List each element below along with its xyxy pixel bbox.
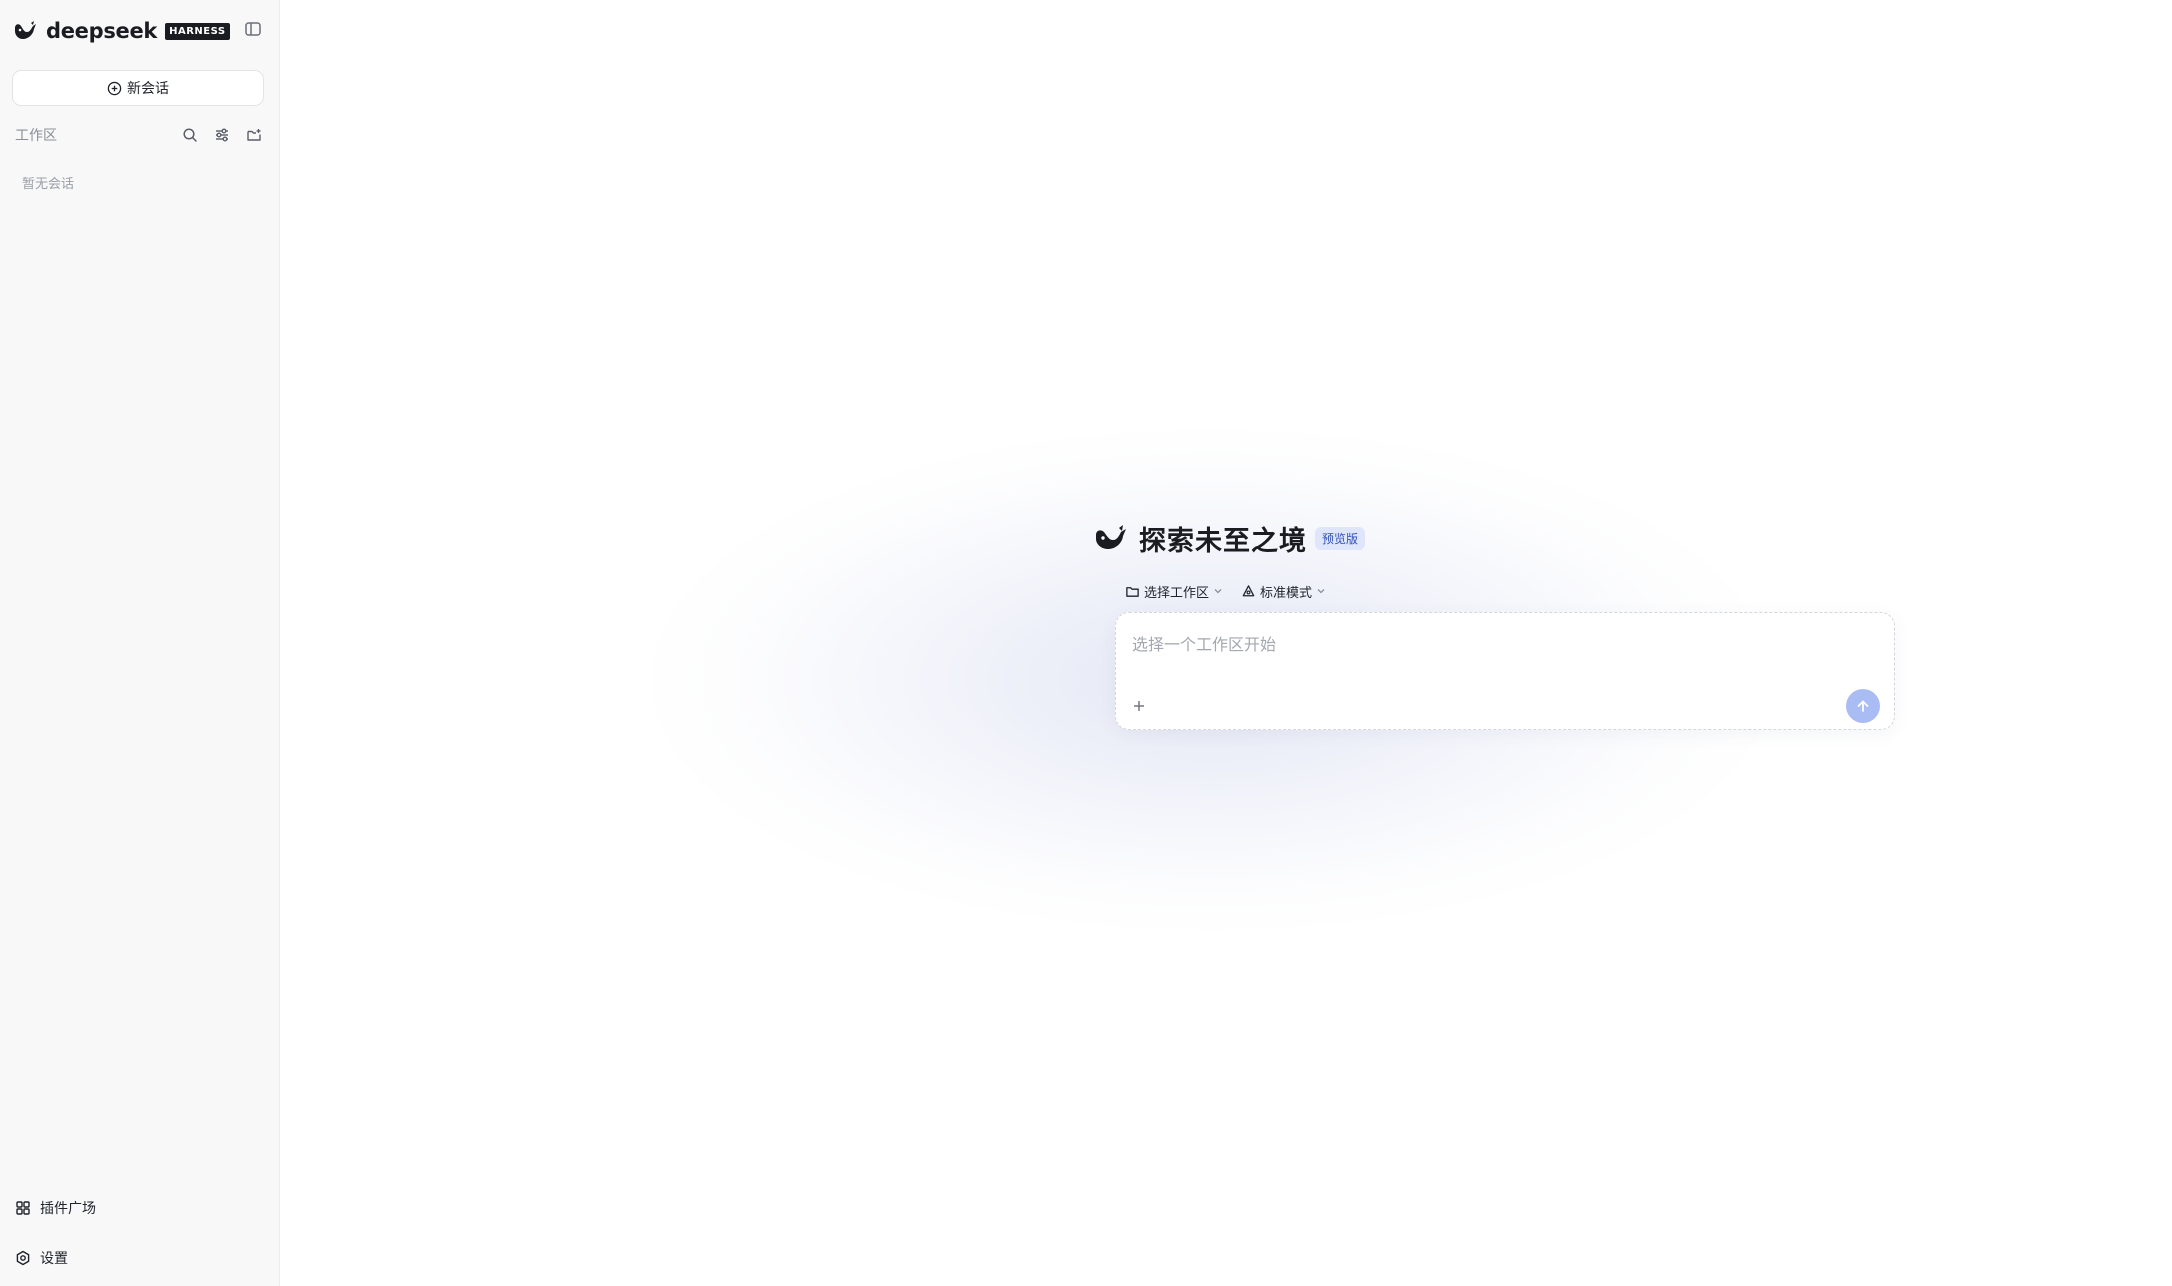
settings-item[interactable]: 设置: [15, 1244, 265, 1272]
settings-gear-icon: [16, 1250, 30, 1266]
attach-button[interactable]: [1128, 695, 1150, 717]
message-composer[interactable]: 选择一个工作区开始: [1115, 612, 1895, 730]
new-chat-button[interactable]: 新会话: [12, 70, 264, 106]
workspace-label: 工作区: [15, 128, 57, 144]
filter-button[interactable]: [211, 124, 233, 146]
settings-label: 设置: [40, 1251, 68, 1267]
chevron-down-icon: [1214, 589, 1222, 594]
workspace-selector[interactable]: 选择工作区: [1125, 582, 1223, 601]
hero-heading: 探索未至之境 预览版: [1093, 518, 1366, 558]
hero-title: 探索未至之境: [1139, 525, 1307, 557]
empty-chats-text: 暂无会话: [22, 177, 75, 192]
folder-icon: [1126, 586, 1139, 597]
sidebar: deepseek HARNESS 新会话 工作区 暂无会话 插件广场 设置: [0, 0, 280, 1286]
workspace-selector-label: 选择工作区: [1144, 585, 1210, 601]
chevron-down-icon: [1317, 589, 1325, 594]
arrow-up-icon: [1857, 700, 1869, 712]
plugin-market-label: 插件广场: [40, 1201, 96, 1217]
sidebar-toggle-button[interactable]: [242, 18, 264, 40]
brand-name: deepseek: [46, 19, 158, 43]
sliders-icon: [216, 128, 228, 142]
composer-controls: 选择工作区 标准模式: [1125, 580, 1344, 602]
folder-plus-icon: [247, 129, 261, 141]
plus-icon: [1134, 701, 1144, 711]
brand: deepseek HARNESS: [12, 16, 268, 46]
sidebar-panel-icon: [245, 22, 261, 36]
plugin-market-item[interactable]: 插件广场: [15, 1194, 265, 1222]
composer-input[interactable]: 选择一个工作区开始: [1132, 631, 1276, 655]
send-button[interactable]: [1846, 689, 1880, 723]
mode-selector[interactable]: 标准模式: [1241, 582, 1326, 601]
new-folder-button[interactable]: [243, 124, 265, 146]
search-button[interactable]: [179, 124, 201, 146]
grid-icon: [16, 1201, 30, 1215]
workspace-header: 工作区: [15, 124, 265, 146]
plus-circle-icon: [107, 81, 122, 95]
deepseek-whale-logo-icon: [1096, 525, 1126, 549]
mode-selector-label: 标准模式: [1260, 585, 1313, 601]
deepseek-whale-logo-icon: [15, 21, 36, 39]
preview-badge: 预览版: [1315, 526, 1366, 550]
mode-icon: [1242, 584, 1255, 596]
search-icon: [183, 128, 197, 142]
harness-badge: HARNESS: [165, 22, 230, 40]
new-chat-label: 新会话: [127, 81, 169, 97]
main-area: 探索未至之境 预览版 选择工作区 标准模式 选择一个工作区开始: [281, 0, 2172, 1286]
